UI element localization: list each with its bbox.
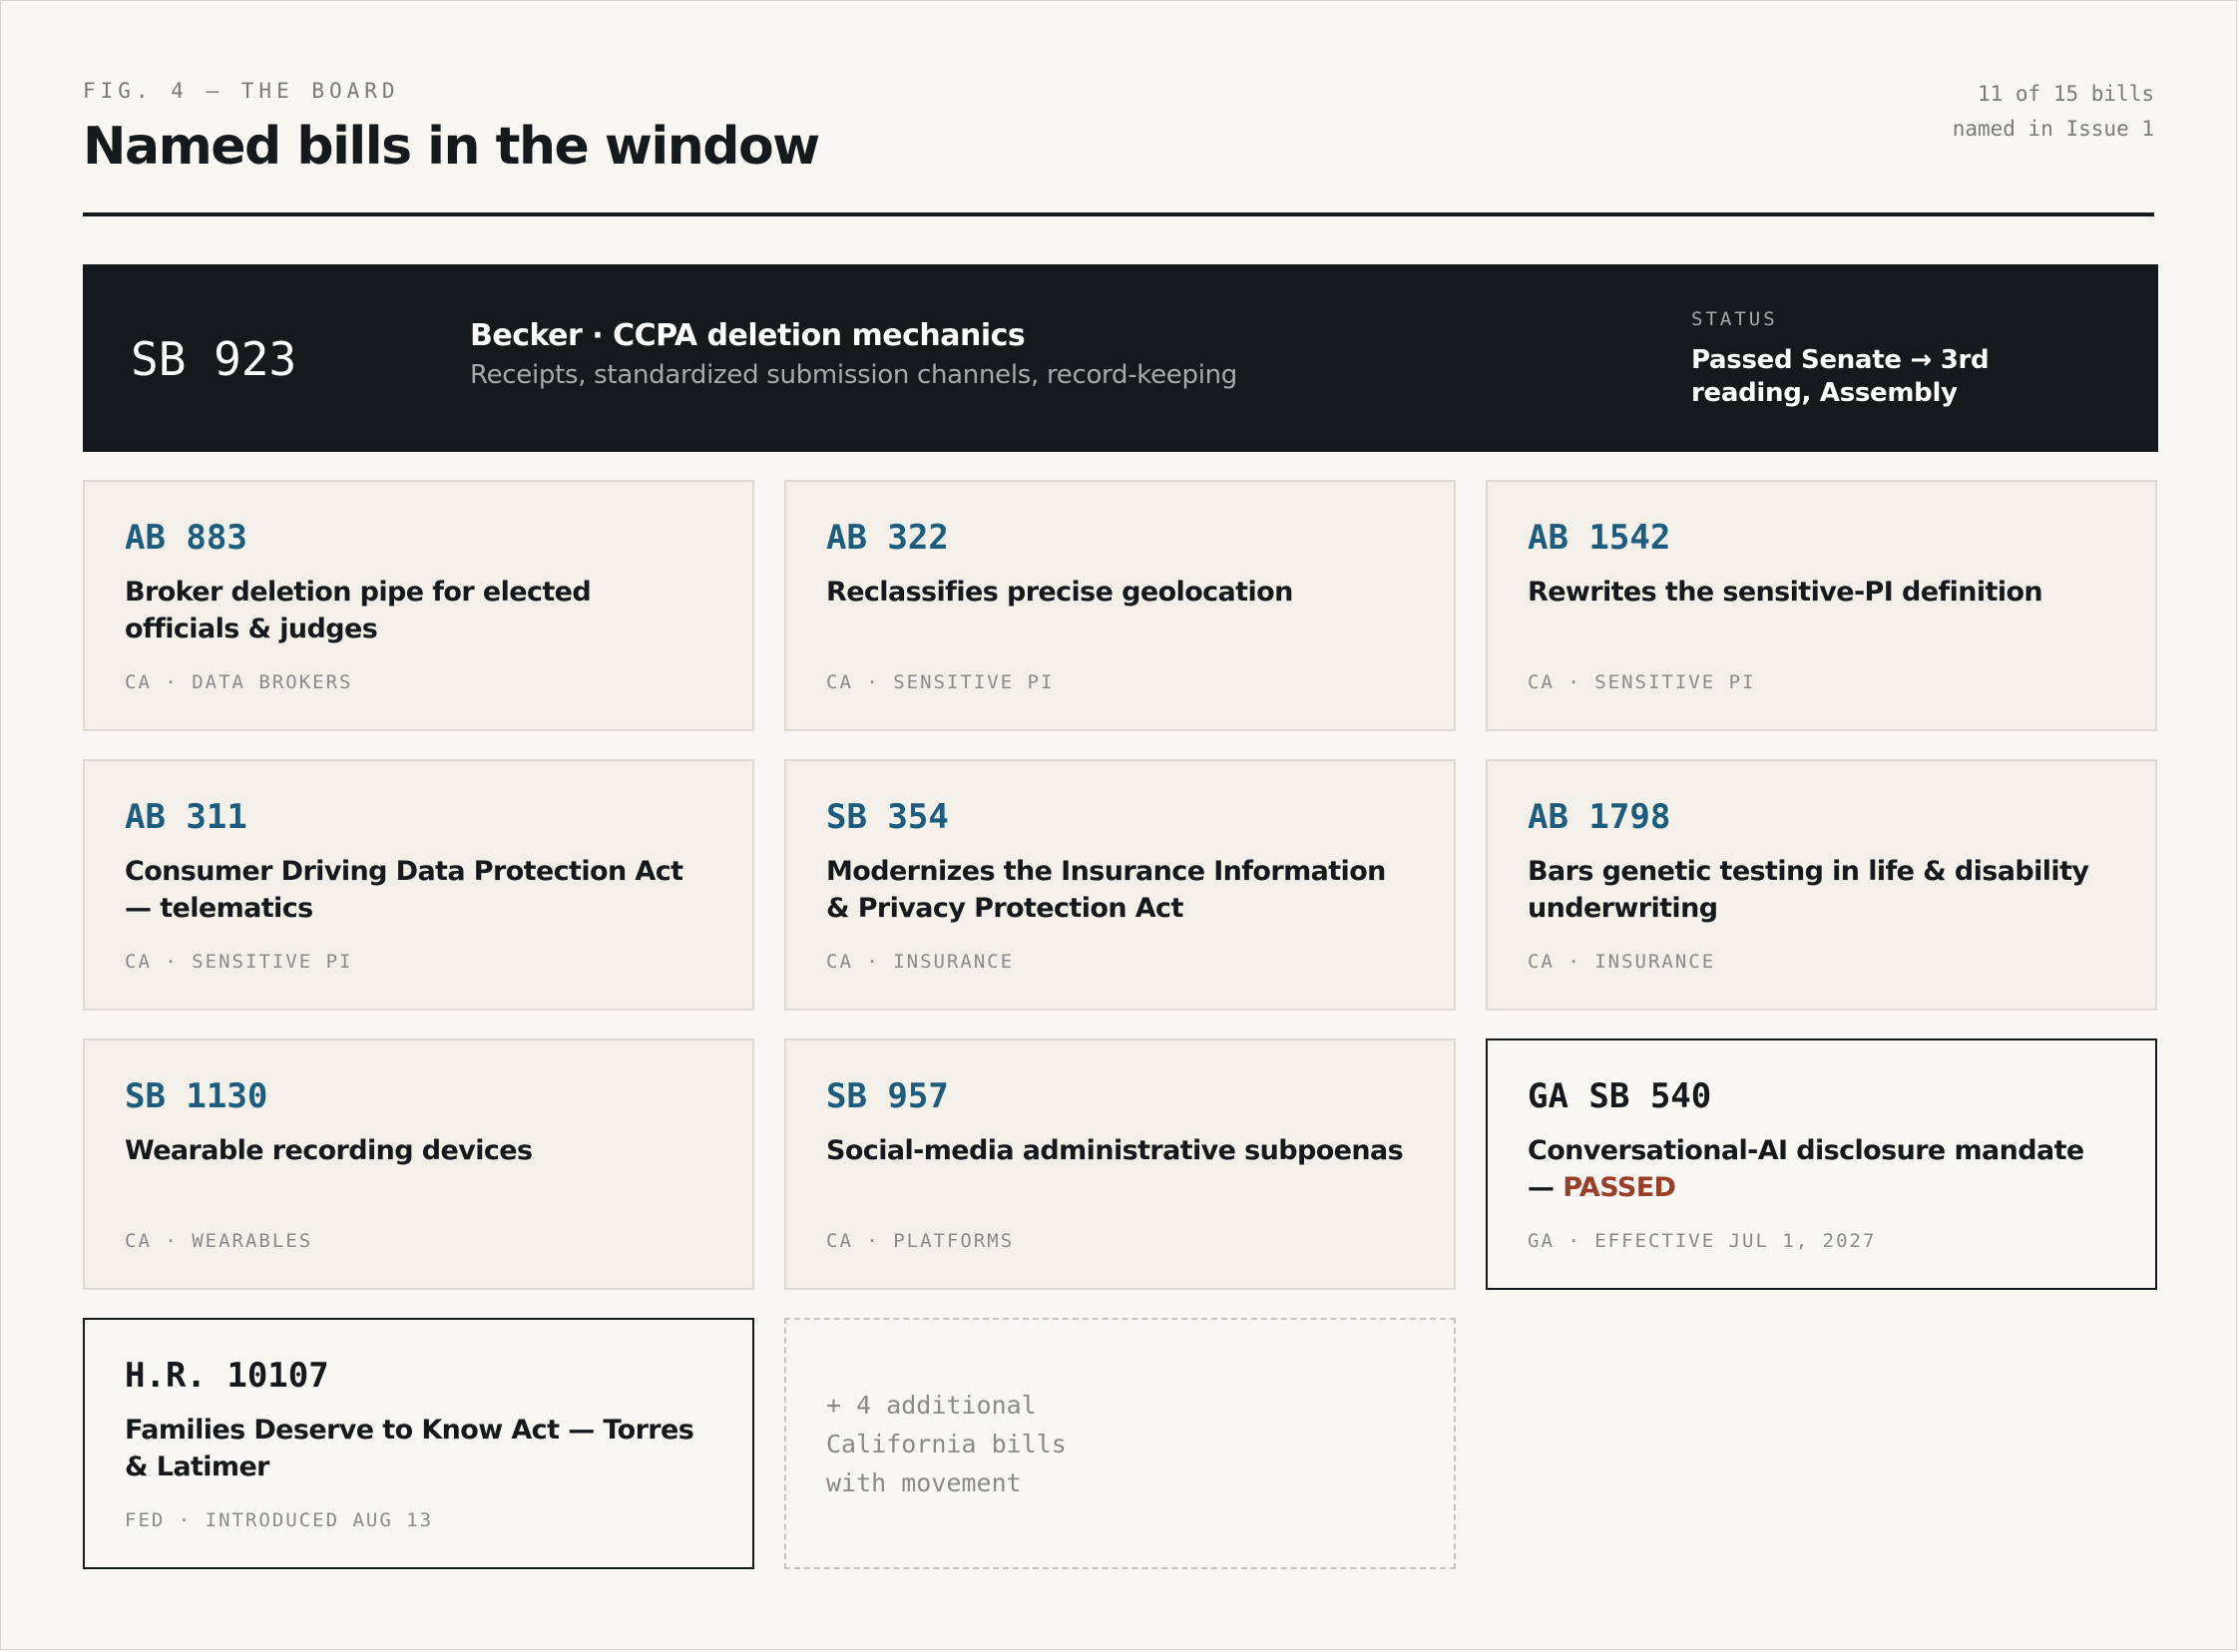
bill-count: 11 of 15 bills named in Issue 1 bbox=[1953, 77, 2154, 147]
bill-card-ab-1798[interactable]: AB 1798 Bars genetic testing in life & d… bbox=[1486, 759, 2157, 1011]
featured-bill-body: Becker · CCPA deletion mechanics Receipt… bbox=[470, 316, 1237, 390]
bill-title: Consumer Driving Data Protection Act — t… bbox=[125, 856, 683, 924]
bill-count-line-2: named in Issue 1 bbox=[1952, 117, 2154, 141]
figure-kicker: FIG. 4 — THE BOARD bbox=[83, 79, 400, 103]
additional-bills-line-2: California bills bbox=[826, 1430, 1067, 1458]
bill-title: Bars genetic testing in life & disabilit… bbox=[1528, 856, 2089, 924]
bill-card-sb-957[interactable]: SB 957 Social-media administrative subpo… bbox=[784, 1038, 1456, 1290]
bill-title: Conversational-AI disclosure mandate — P… bbox=[1528, 1132, 2115, 1206]
bill-id: AB 883 bbox=[125, 518, 247, 558]
bill-id: SB 1130 bbox=[125, 1076, 268, 1116]
bill-id: SB 354 bbox=[826, 797, 949, 837]
featured-bill-subtitle: Receipts, standardized submission channe… bbox=[470, 360, 1238, 390]
bill-card-hr-10107[interactable]: H.R. 10107 Families Deserve to Know Act … bbox=[83, 1318, 754, 1569]
featured-bill-title: Becker · CCPA deletion mechanics bbox=[470, 318, 1026, 353]
bill-card-sb-354[interactable]: SB 354 Modernizes the Insurance Informat… bbox=[784, 759, 1456, 1011]
bill-meta: CA · INSURANCE bbox=[1528, 951, 1716, 973]
bill-meta: CA · INSURANCE bbox=[826, 951, 1015, 973]
bill-title: Social-media administrative subpoenas bbox=[826, 1135, 1404, 1166]
bill-card-ab-883[interactable]: AB 883 Broker deletion pipe for elected … bbox=[83, 480, 754, 731]
bill-card-ga-sb-540[interactable]: GA SB 540 Conversational-AI disclosure m… bbox=[1486, 1038, 2157, 1290]
bill-id: AB 311 bbox=[125, 797, 247, 837]
bill-title: Wearable recording devices bbox=[125, 1135, 533, 1166]
bill-id: AB 1798 bbox=[1528, 797, 1671, 837]
bill-id: AB 1542 bbox=[1528, 518, 1671, 558]
bill-title: Broker deletion pipe for elected officia… bbox=[125, 577, 592, 644]
bill-card-ab-311[interactable]: AB 311 Consumer Driving Data Protection … bbox=[83, 759, 754, 1011]
bill-meta: CA · SENSITIVE PI bbox=[1528, 671, 1756, 693]
bill-card-ab-1542[interactable]: AB 1542 Rewrites the sensitive-PI defini… bbox=[1486, 480, 2157, 731]
bill-card-ab-322[interactable]: AB 322 Reclassifies precise geolocation … bbox=[784, 480, 1456, 731]
bill-id: SB 957 bbox=[826, 1076, 949, 1116]
additional-bills-card[interactable]: + 4 additional California bills with mov… bbox=[784, 1318, 1456, 1569]
bill-id: AB 322 bbox=[826, 518, 949, 558]
bill-grid: AB 883 Broker deletion pipe for elected … bbox=[83, 480, 2158, 1569]
page-title: Named bills in the window bbox=[83, 117, 820, 177]
bill-meta: CA · SENSITIVE PI bbox=[125, 951, 353, 973]
featured-bill-status: STATUS Passed Senate → 3rd reading, Asse… bbox=[1691, 308, 2110, 410]
bill-title: Families Deserve to Know Act — Torres & … bbox=[125, 1415, 694, 1482]
bill-meta: CA · WEARABLES bbox=[125, 1230, 313, 1252]
additional-bills-line-1: + 4 additional bbox=[826, 1391, 1037, 1420]
bill-meta: FED · INTRODUCED AUG 13 bbox=[125, 1509, 434, 1531]
bill-meta: GA · EFFECTIVE JUL 1, 2027 bbox=[1528, 1230, 1877, 1252]
bill-card-sb-1130[interactable]: SB 1130 Wearable recording devices CA · … bbox=[83, 1038, 754, 1290]
status-value: Passed Senate → 3rd reading, Assembly bbox=[1691, 345, 1990, 408]
bill-id: H.R. 10107 bbox=[125, 1356, 329, 1396]
status-label: STATUS bbox=[1691, 308, 1778, 330]
bill-title: Modernizes the Insurance Information & P… bbox=[826, 856, 1386, 924]
bill-count-line-1: 11 of 15 bills bbox=[1977, 82, 2154, 106]
figure-header: FIG. 4 — THE BOARD Named bills in the wi… bbox=[83, 73, 2154, 216]
board-figure: FIG. 4 — THE BOARD Named bills in the wi… bbox=[0, 0, 2237, 1650]
bill-title: Reclassifies precise geolocation bbox=[826, 577, 1293, 608]
bill-meta: CA · SENSITIVE PI bbox=[826, 671, 1055, 693]
featured-bill-card[interactable]: SB 923 Becker · CCPA deletion mechanics … bbox=[83, 264, 2158, 452]
featured-bill-id: SB 923 bbox=[131, 332, 297, 386]
bill-id: GA SB 540 bbox=[1528, 1076, 1712, 1116]
bill-meta: CA · DATA BROKERS bbox=[125, 671, 353, 693]
passed-badge: PASSED bbox=[1563, 1172, 1676, 1203]
bill-title: Rewrites the sensitive-PI definition bbox=[1528, 577, 2043, 608]
bill-meta: CA · PLATFORMS bbox=[826, 1230, 1015, 1252]
additional-bills-line-3: with movement bbox=[826, 1468, 1022, 1497]
